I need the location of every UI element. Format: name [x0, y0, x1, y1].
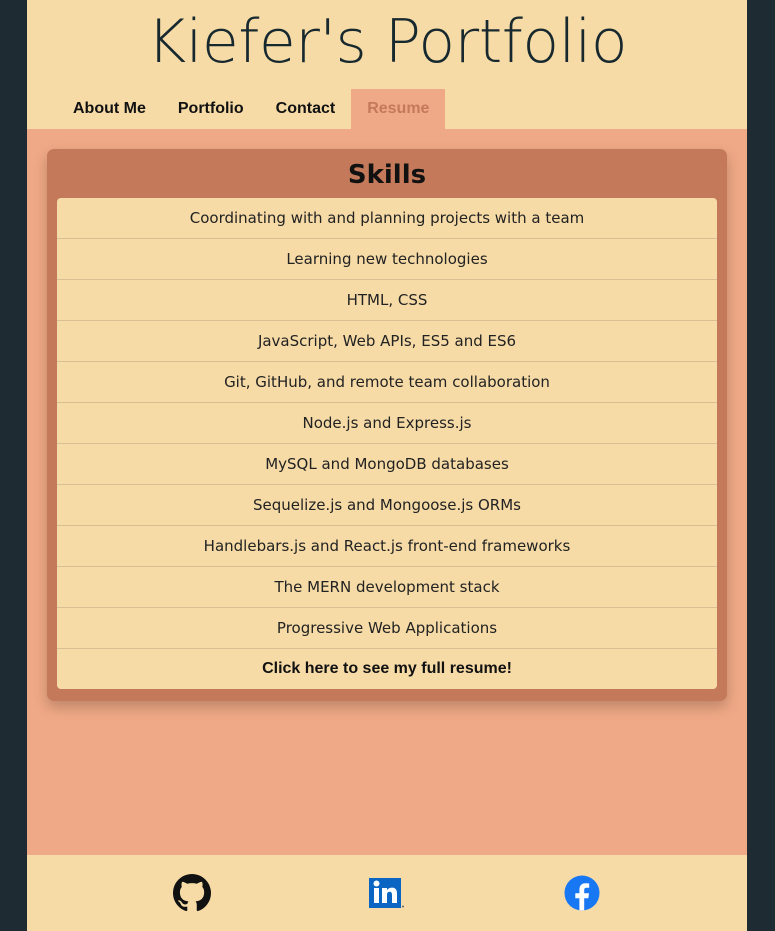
page-container: Kiefer's Portfolio About Me Portfolio Co… — [27, 0, 747, 931]
skill-item: Coordinating with and planning projects … — [57, 198, 717, 239]
main-nav: About Me Portfolio Contact Resume — [57, 89, 446, 129]
skill-item: Progressive Web Applications — [57, 608, 717, 649]
skills-title: Skills — [347, 160, 427, 190]
skill-item: Node.js and Express.js — [57, 403, 717, 444]
github-link[interactable] — [173, 874, 211, 912]
facebook-icon — [564, 875, 600, 911]
skill-item: Handlebars.js and React.js front-end fra… — [57, 526, 717, 567]
nav-about-me[interactable]: About Me — [57, 89, 162, 129]
skill-item: Learning new technologies — [57, 239, 717, 280]
facebook-link[interactable] — [563, 874, 601, 912]
site-footer — [27, 855, 747, 931]
skills-card: Skills Coordinating with and planning pr… — [47, 149, 727, 701]
github-icon — [173, 874, 211, 912]
linkedin-link[interactable] — [368, 874, 406, 912]
skill-item: Sequelize.js and Mongoose.js ORMs — [57, 485, 717, 526]
site-title: Kiefer's Portfolio — [146, 7, 628, 77]
linkedin-icon — [369, 878, 404, 908]
site-header: Kiefer's Portfolio About Me Portfolio Co… — [27, 0, 747, 129]
full-resume-link[interactable]: Click here to see my full resume! — [57, 649, 717, 689]
skills-list: Coordinating with and planning projects … — [57, 198, 717, 689]
nav-contact[interactable]: Contact — [260, 89, 352, 129]
skill-item: HTML, CSS — [57, 280, 717, 321]
nav-portfolio[interactable]: Portfolio — [162, 89, 260, 129]
skill-item: The MERN development stack — [57, 567, 717, 608]
skill-item: MySQL and MongoDB databases — [57, 444, 717, 485]
nav-resume[interactable]: Resume — [351, 89, 446, 129]
skill-item: Git, GitHub, and remote team collaborati… — [57, 362, 717, 403]
skill-item: JavaScript, Web APIs, ES5 and ES6 — [57, 321, 717, 362]
